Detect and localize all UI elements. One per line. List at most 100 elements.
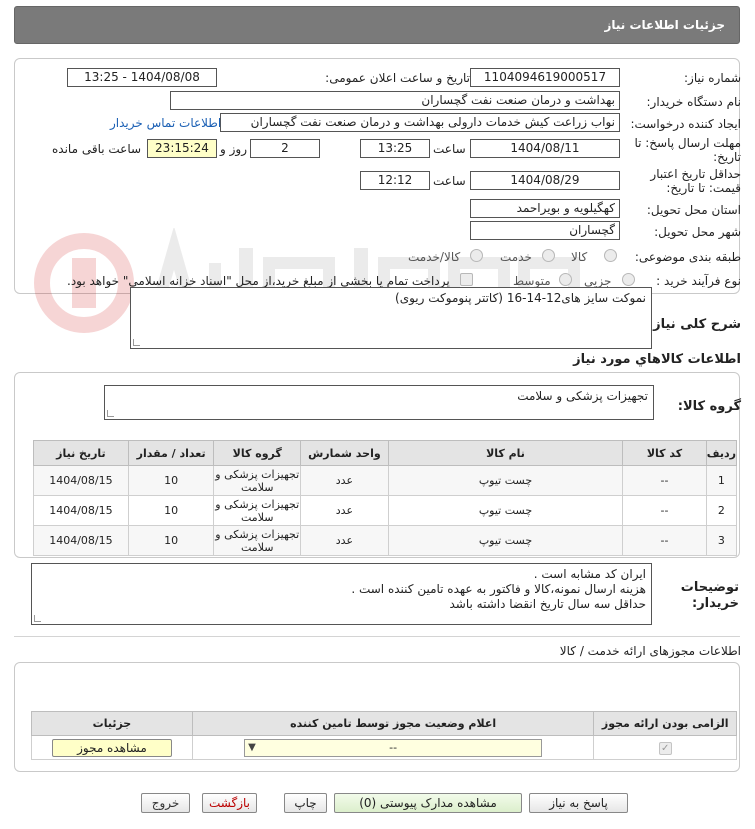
validity-time-label: ساعت <box>433 174 466 188</box>
need-number-label: شماره نیاز: <box>684 71 741 85</box>
items-table: ردیف کد کالا نام کالا واحد شمارش گروه کا… <box>33 440 738 556</box>
permit-status-value: -- <box>389 740 398 754</box>
attachments-button[interactable]: مشاهده مدارک پیوستی (0) <box>334 793 522 813</box>
validity-time-field: 12:12 <box>360 171 430 190</box>
deadline-label: مهلت ارسال پاسخ: تا تاریخ: <box>634 136 741 164</box>
table-row[interactable]: 1 -- چست تیوپ عدد تجهیزات پزشکی و سلامت … <box>33 465 738 496</box>
process-minor-label: جزیی <box>584 274 612 288</box>
province-field: کهگیلویه و بویراحمد <box>470 199 620 218</box>
table-row[interactable]: 3 -- چست تیوپ عدد تجهیزات پزشکی و سلامت … <box>33 525 738 556</box>
deadline-time-label: ساعت <box>433 142 466 156</box>
cell-date: 1404/08/15 <box>33 465 129 496</box>
cell-row: 2 <box>705 495 738 526</box>
goods-info-heading: اطلاعات کالاهاي مورد نياز <box>573 352 741 367</box>
category-service-label: خدمت <box>500 250 532 264</box>
col-permit-details: جزئیات <box>31 711 193 736</box>
resize-grip-icon[interactable] <box>133 339 140 346</box>
announce-label: تاریخ و ساعت اعلان عمومی: <box>325 71 470 85</box>
col-name: نام کالا <box>387 440 624 466</box>
city-label: شهر محل تحویل: <box>654 225 741 239</box>
process-medium-label: متوسط <box>513 274 551 288</box>
goods-group-text: تجهیزات پزشکی و سلامت <box>517 389 648 403</box>
cell-name: چست تیوپ <box>387 525 624 556</box>
summary-text: نموکت سایز های12-14-16 (کاتتر پنوموکت ری… <box>395 291 646 305</box>
page-header: جزئیات اطلاعات نیاز <box>14 6 740 44</box>
cell-name: چست تیوپ <box>387 465 624 496</box>
cell-code: -- <box>622 465 707 496</box>
col-permit-status: اعلام وضعیت مجوز توسط تامین کننده <box>191 711 595 736</box>
col-group: گروه کالا <box>213 440 302 466</box>
cell-name: چست تیوپ <box>387 495 624 526</box>
cell-date: 1404/08/15 <box>33 495 129 526</box>
back-button[interactable]: بازگشت <box>202 793 257 813</box>
cell-date: 1404/08/15 <box>33 525 129 556</box>
category-radio-service[interactable] <box>542 249 555 262</box>
city-field: گچساران <box>470 221 620 240</box>
col-qty: تعداد / مقدار <box>127 440 215 466</box>
chevron-down-icon: ▼ <box>248 741 256 753</box>
remaining-label: ساعت باقی مانده <box>52 142 142 156</box>
permits-table: الزامی بودن ارائه مجوز اعلام وضعیت مجوز … <box>31 711 737 760</box>
resize-grip-icon[interactable] <box>107 410 114 417</box>
announce-field: 1404/08/08 - 13:25 <box>67 68 217 87</box>
col-code: کد کالا <box>622 440 707 466</box>
buyer-note-line: هزینه ارسال نمونه،کالا و فاکتور به عهده … <box>351 582 646 596</box>
col-row: ردیف <box>705 440 738 466</box>
creator-field: نواب زراعت کیش خدمات دارولی بهداشت و درم… <box>220 113 620 132</box>
treasury-checkbox[interactable] <box>460 273 473 286</box>
days-label: روز و <box>220 142 247 156</box>
col-permit-required: الزامی بودن ارائه مجوز <box>593 711 737 736</box>
process-label: نوع فرآیند خرید : <box>656 274 741 288</box>
days-field: 2 <box>250 139 320 158</box>
buyer-notes-label: توضیحات خریدار: <box>680 580 739 611</box>
cell-qty: 10 <box>127 465 215 496</box>
deadline-date-field: 1404/08/11 <box>470 139 620 158</box>
permits-heading: اطلاعات مجوزهای ارائه خدمت / کالا <box>559 644 741 658</box>
permit-required-checkbox: ✓ <box>658 741 672 755</box>
col-unit: واحد شمارش <box>300 440 389 466</box>
process-radio-minor[interactable] <box>622 273 635 286</box>
category-radio-goods[interactable] <box>604 249 617 262</box>
province-label: استان محل تحویل: <box>646 203 741 217</box>
cell-unit: عدد <box>300 495 389 526</box>
buyer-label: نام دستگاه خریدار: <box>646 95 742 109</box>
summary-label: شرح کلی نیاز: <box>647 317 741 332</box>
need-number-field: 1104094619000517 <box>470 68 620 87</box>
summary-textarea: نموکت سایز های12-14-16 (کاتتر پنوموکت ری… <box>130 287 652 349</box>
cell-code: -- <box>622 495 707 526</box>
buyer-notes-textarea: ایران کد مشابه است . هزینه ارسال نمونه،ک… <box>31 563 652 625</box>
goods-group-textarea: تجهیزات پزشکی و سلامت <box>104 385 654 420</box>
buyer-field: بهداشت و درمان صنعت نفت گچساران <box>170 91 620 110</box>
cell-group: تجهیزات پزشکی و سلامت <box>213 465 302 496</box>
validity-date-field: 1404/08/29 <box>470 171 620 190</box>
cell-unit: عدد <box>300 525 389 556</box>
buyer-contact-link[interactable]: اطلاعات تماس خریدار <box>110 116 221 130</box>
col-date: تاریخ نیاز <box>33 440 129 466</box>
cell-unit: عدد <box>300 465 389 496</box>
category-goods-label: کالا <box>571 250 588 264</box>
creator-label: ایجاد کننده درخواست: <box>630 117 741 131</box>
process-radio-medium[interactable] <box>559 273 572 286</box>
cell-qty: 10 <box>127 525 215 556</box>
remaining-time-field: 23:15:24 <box>147 139 217 158</box>
exit-button[interactable]: خروج <box>141 793 190 813</box>
cell-qty: 10 <box>127 495 215 526</box>
goods-group-label: گروه کالا: <box>677 399 741 414</box>
view-permit-button[interactable]: مشاهده مجوز <box>51 738 172 757</box>
resize-grip-icon[interactable] <box>34 615 41 622</box>
permit-status-select[interactable]: -- ▼ <box>244 738 543 757</box>
category-radio-both[interactable] <box>470 249 483 262</box>
validity-label: حداقل تاریخ اعتبار قیمت: تا تاریخ: <box>650 167 741 195</box>
cell-group: تجهیزات پزشکی و سلامت <box>213 525 302 556</box>
cell-code: -- <box>622 525 707 556</box>
print-button[interactable]: چاپ <box>284 793 327 813</box>
cell-row: 1 <box>705 465 738 496</box>
cell-row: 3 <box>705 525 738 556</box>
reply-button[interactable]: پاسخ به نیاز <box>529 793 628 813</box>
deadline-time-field: 13:25 <box>360 139 430 158</box>
payment-note: پرداخت تمام یا بخشی از مبلغ خرید،از محل … <box>67 274 450 288</box>
table-row: ✓ -- ▼ مشاهده مجوز <box>31 735 737 760</box>
table-row[interactable]: 2 -- چست تیوپ عدد تجهیزات پزشکی و سلامت … <box>33 495 738 526</box>
category-both-label: کالا/خدمت <box>408 250 461 264</box>
buyer-note-line: ایران کد مشابه است . <box>533 567 646 581</box>
